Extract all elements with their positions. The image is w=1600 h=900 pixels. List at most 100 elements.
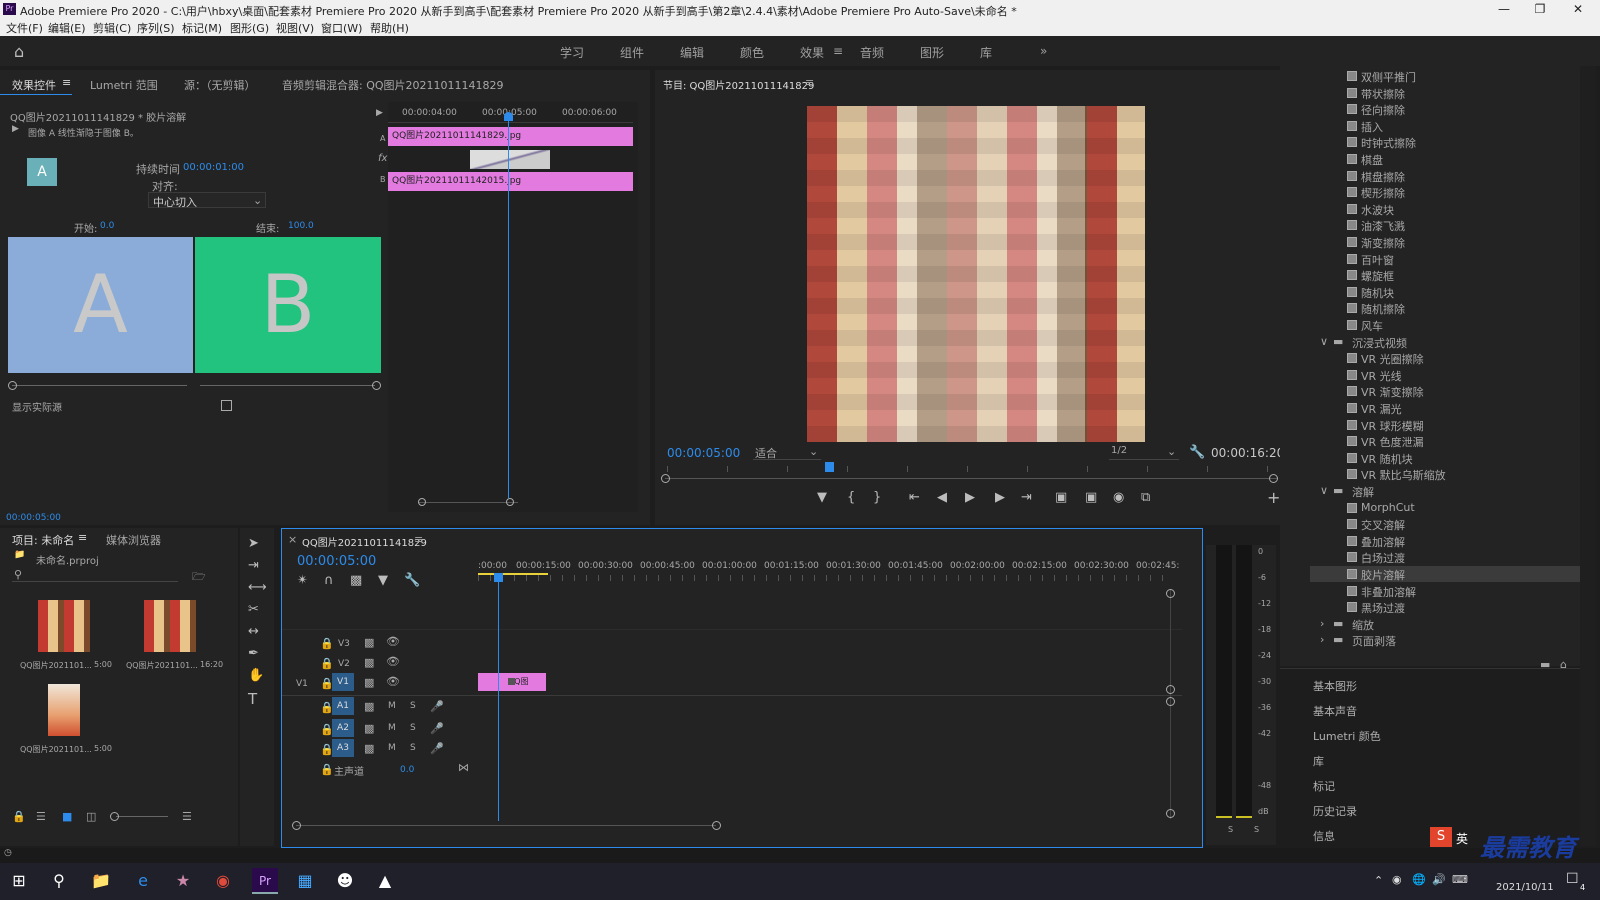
effect-item[interactable]: 交叉溶解 xyxy=(1361,517,1405,533)
v-scroll-handle[interactable] xyxy=(1166,697,1175,706)
edge-browser-icon[interactable]: e xyxy=(130,868,156,894)
track-select-tool-icon[interactable]: ⇥ xyxy=(248,558,259,573)
eye-icon[interactable]: 👁 xyxy=(386,655,400,668)
timeline-marker-icon[interactable]: ▼ xyxy=(378,573,388,588)
track-target-v1[interactable]: V1 xyxy=(332,673,354,691)
transition-block[interactable] xyxy=(470,150,550,169)
program-timecode[interactable]: 00:00:05:00 xyxy=(667,446,740,460)
tab-source[interactable]: 源：（无剪辑） xyxy=(184,77,256,93)
mute-button[interactable]: M xyxy=(388,701,396,711)
effect-timecode[interactable]: 00:00:05:00 xyxy=(6,513,61,523)
go-to-in-icon[interactable]: ⇤ xyxy=(909,490,920,505)
h-scroll-handle[interactable] xyxy=(712,821,721,830)
horizontal-scrollbar[interactable] xyxy=(296,825,716,826)
timeline-settings-icon[interactable]: 🔧 xyxy=(404,573,420,588)
effect-item[interactable]: VR 光圈擦除 xyxy=(1361,351,1424,367)
fit-dropdown[interactable]: 适合 ⌄ xyxy=(753,444,821,460)
menu-graphics[interactable]: 图形(G) xyxy=(230,20,269,36)
timeline-close-icon[interactable]: × xyxy=(288,533,297,546)
workspace-menu-icon[interactable]: ≡ xyxy=(833,44,843,58)
meter-solo-left[interactable]: S xyxy=(1228,825,1233,834)
panel-tab[interactable]: 标记 xyxy=(1313,778,1335,794)
hand-tool-icon[interactable]: ✋ xyxy=(248,668,264,683)
premiere-taskbar-icon[interactable]: Pr xyxy=(252,868,278,894)
close-button[interactable]: ✕ xyxy=(1560,0,1596,18)
delete-icon[interactable]: ⌂ xyxy=(1560,658,1567,671)
effect-item[interactable]: 螺旋框 xyxy=(1361,268,1394,284)
menu-window[interactable]: 窗口(W) xyxy=(321,20,362,36)
effect-item[interactable]: VR 光线 xyxy=(1361,368,1402,384)
tray-date[interactable]: 2021/10/11 xyxy=(1496,882,1554,893)
program-menu-icon[interactable]: ≡ xyxy=(805,76,814,89)
timeline-playhead-handle[interactable] xyxy=(494,573,503,582)
go-to-out-icon[interactable]: ⇥ xyxy=(1021,490,1032,505)
photos-icon[interactable]: ▦ xyxy=(292,868,318,894)
play-triangle-icon[interactable]: ▶ xyxy=(12,124,19,134)
effect-item[interactable]: 黑场过渡 xyxy=(1361,600,1405,616)
panel-tab[interactable]: 基本图形 xyxy=(1313,678,1357,694)
project-thumbnail-1[interactable] xyxy=(38,600,90,652)
align-dropdown[interactable]: 中心切入 ⌄ xyxy=(148,192,266,209)
icon-view-icon[interactable]: ■ xyxy=(62,810,72,823)
effect-item[interactable]: VR 色度泄漏 xyxy=(1361,434,1424,450)
panel-tab[interactable]: 历史记录 xyxy=(1313,803,1357,819)
thumbnail-size-slider[interactable] xyxy=(116,816,168,817)
timeline-timecode[interactable]: 00:00:05:00 xyxy=(297,554,376,569)
clip-b[interactable]: QQ图片20211011142015.jpg xyxy=(388,172,633,191)
windows-start-icon[interactable]: ⊞ xyxy=(6,868,32,894)
workspace-learn[interactable]: 学习 xyxy=(560,44,584,61)
effect-item[interactable]: 棋盘 xyxy=(1361,152,1383,168)
thumbnail-size-handle[interactable] xyxy=(110,812,119,821)
menu-edit[interactable]: 编辑(E) xyxy=(48,20,86,36)
eye-icon[interactable]: 👁 xyxy=(386,675,400,688)
tab-media-browser[interactable]: 媒体浏览器 xyxy=(106,532,161,548)
effect-folder[interactable]: 沉浸式视频 xyxy=(1352,335,1407,351)
eye-icon[interactable]: 👁 xyxy=(386,635,400,648)
effect-item[interactable]: 非叠加溶解 xyxy=(1361,584,1416,600)
menu-sequence[interactable]: 序列(S) xyxy=(137,20,175,36)
workspace-effects[interactable]: 效果 xyxy=(800,44,824,61)
effect-folder[interactable]: 缩放 xyxy=(1352,617,1374,633)
project-thumbnail-3[interactable] xyxy=(48,684,80,736)
add-marker-icon[interactable]: ▼ xyxy=(817,490,827,505)
effect-folder[interactable]: 页面剥落 xyxy=(1352,633,1396,649)
track-label-v2[interactable]: V2 xyxy=(338,659,350,669)
scroll-handle[interactable] xyxy=(661,474,670,483)
razor-tool-icon[interactable]: ✂ xyxy=(248,602,259,617)
tray-app-icon[interactable]: ◉ xyxy=(1392,873,1402,886)
extract-icon[interactable]: ▣ xyxy=(1085,490,1097,505)
selection-tool-icon[interactable]: ➤ xyxy=(248,536,259,551)
microphone-icon[interactable]: 🎤 xyxy=(430,700,444,713)
duration-value[interactable]: 00:00:01:00 xyxy=(183,162,244,173)
folder-collapsed-icon[interactable]: › xyxy=(1320,633,1324,646)
wrench-icon[interactable]: 🔧 xyxy=(1189,445,1205,460)
tab-effect-controls[interactable]: 效果控件 xyxy=(12,77,56,93)
h-scroll-handle[interactable] xyxy=(292,821,301,830)
track-label-v3[interactable]: V3 xyxy=(338,639,350,649)
tab-menu-icon[interactable]: ≡ xyxy=(62,76,71,89)
chrome-icon[interactable]: ◉ xyxy=(210,868,236,894)
volume-icon[interactable]: 🔊 xyxy=(1432,873,1446,886)
play-icon[interactable]: ▶ xyxy=(965,490,975,505)
effect-item[interactable]: 双侧平推门 xyxy=(1361,69,1416,85)
effect-item[interactable]: VR 默比乌斯缩放 xyxy=(1361,467,1446,483)
workspace-color[interactable]: 颜色 xyxy=(740,44,764,61)
start-slider[interactable] xyxy=(12,385,187,386)
quality-dropdown[interactable]: 1/2 ⌄ xyxy=(1109,444,1179,460)
freeform-view-icon[interactable]: ◫ xyxy=(86,810,96,823)
app-icon[interactable]: ★ xyxy=(170,868,196,894)
workspace-graphics[interactable]: 图形 xyxy=(920,44,944,61)
type-tool-icon[interactable]: T xyxy=(248,690,257,708)
effect-playhead-handle[interactable] xyxy=(504,112,513,121)
effect-item[interactable]: 水波块 xyxy=(1361,202,1394,218)
menu-file[interactable]: 文件(F) xyxy=(6,20,43,36)
add-button-icon[interactable]: + xyxy=(1267,488,1280,507)
nest-icon[interactable]: ✴ xyxy=(297,573,308,588)
sync-lock-icon[interactable]: ▩ xyxy=(364,636,374,649)
v-scroll-handle[interactable] xyxy=(1166,685,1175,694)
project-thumbnail-2[interactable] xyxy=(144,600,196,652)
end-slider-handle[interactable] xyxy=(372,381,381,390)
lock-icon[interactable]: 🔒 xyxy=(320,763,334,776)
folder-expanded-icon[interactable]: ∨ xyxy=(1320,335,1328,348)
end-slider[interactable] xyxy=(200,385,375,386)
